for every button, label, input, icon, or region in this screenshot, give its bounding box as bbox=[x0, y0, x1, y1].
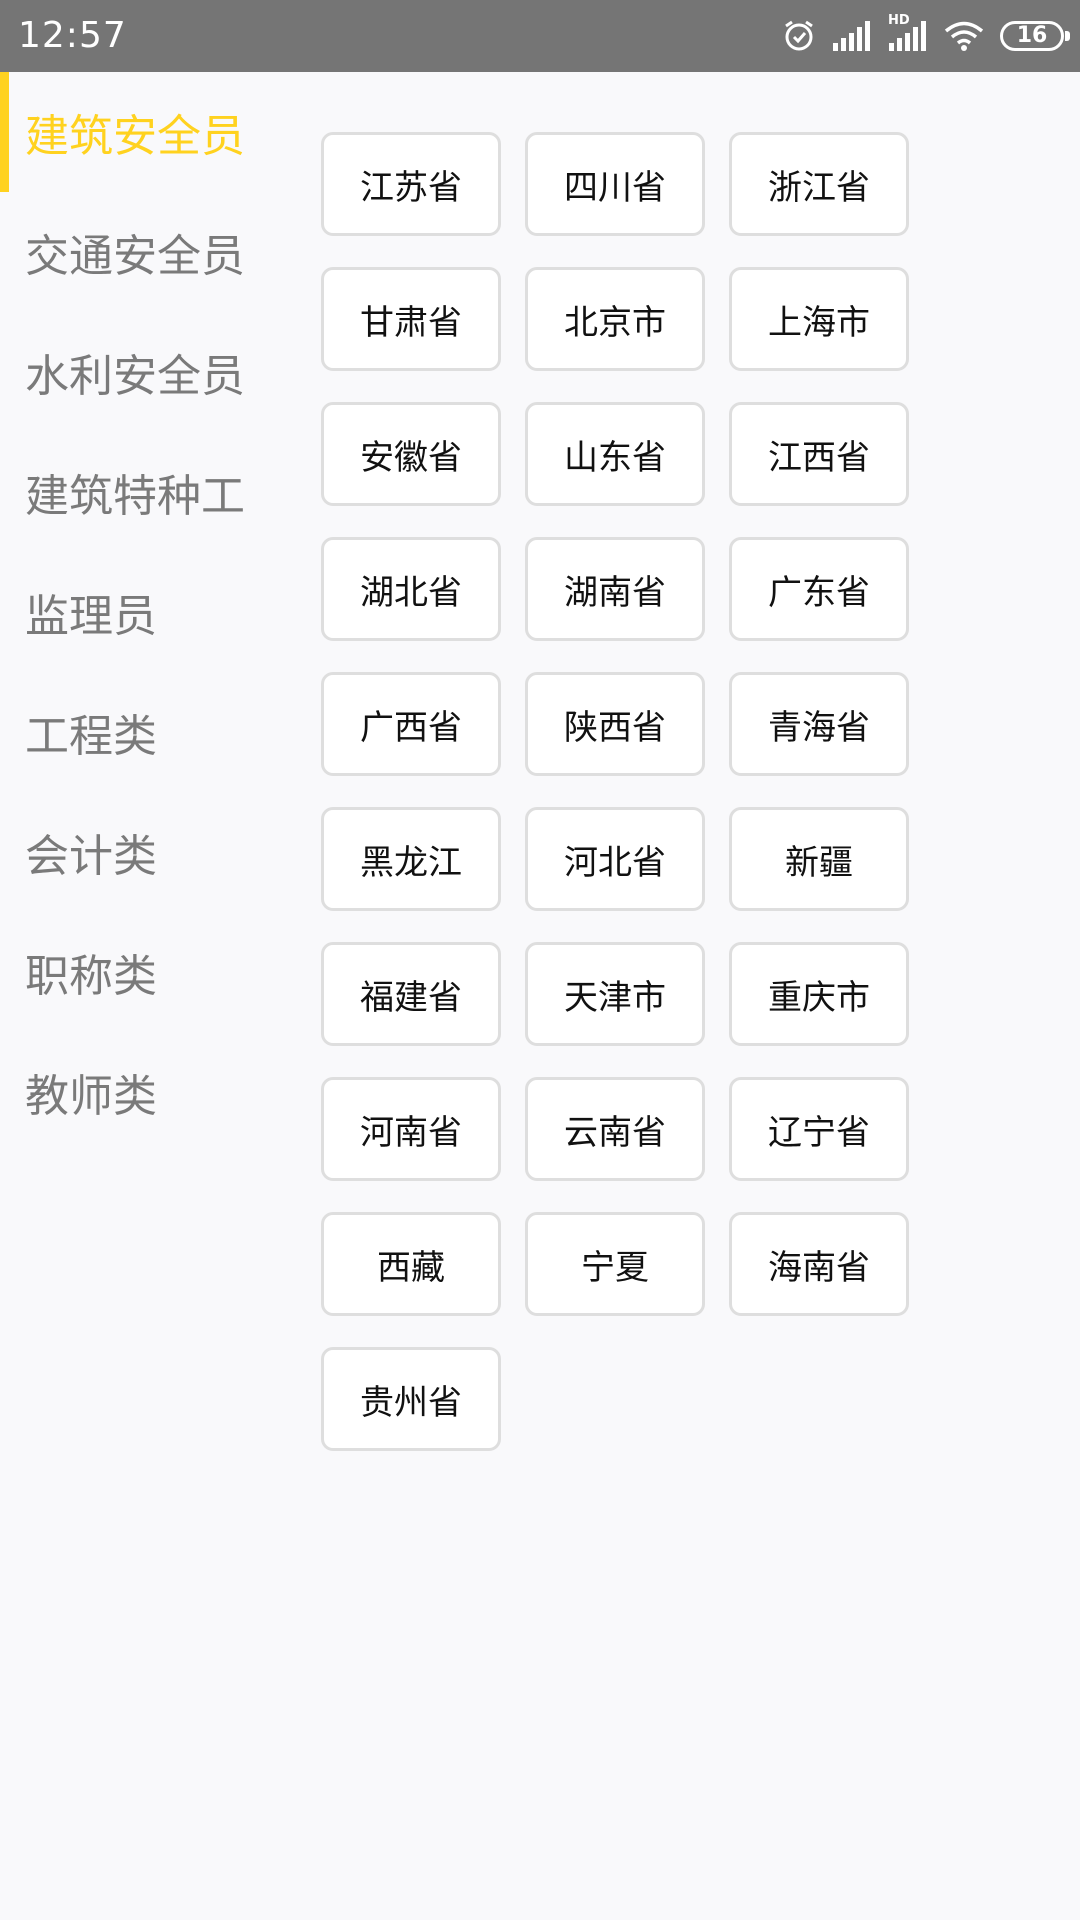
sidebar-item-label: 水利安全员 bbox=[25, 351, 245, 402]
region-button[interactable]: 北京市 bbox=[525, 267, 705, 371]
status-bar: 12:57 HD 16 bbox=[0, 0, 1080, 72]
region-button[interactable]: 江苏省 bbox=[321, 132, 501, 236]
sidebar-item-4[interactable]: 监理员 bbox=[0, 552, 290, 672]
battery-tip bbox=[1065, 31, 1070, 41]
region-button[interactable]: 黑龙江 bbox=[321, 807, 501, 911]
sidebar-item-label: 教师类 bbox=[25, 1071, 157, 1122]
region-button[interactable]: 江西省 bbox=[729, 402, 909, 506]
sidebar-item-label: 监理员 bbox=[25, 591, 157, 642]
region-button[interactable]: 陕西省 bbox=[525, 672, 705, 776]
region-button[interactable]: 甘肃省 bbox=[321, 267, 501, 371]
hd-label: HD bbox=[888, 13, 910, 28]
sidebar-item-7[interactable]: 职称类 bbox=[0, 912, 290, 1032]
battery-level: 16 bbox=[1016, 23, 1048, 48]
region-button[interactable]: 安徽省 bbox=[321, 402, 501, 506]
battery-icon: 16 bbox=[1000, 21, 1070, 51]
wifi-icon bbox=[944, 20, 984, 52]
status-icons: HD 16 bbox=[782, 13, 1070, 56]
region-button[interactable]: 贵州省 bbox=[321, 1347, 501, 1451]
region-button[interactable]: 西藏 bbox=[321, 1212, 501, 1316]
sidebar-item-1[interactable]: 交通安全员 bbox=[0, 192, 290, 312]
region-button[interactable]: 山东省 bbox=[525, 402, 705, 506]
sidebar-item-label: 会计类 bbox=[25, 831, 157, 882]
region-button[interactable]: 湖南省 bbox=[525, 537, 705, 641]
sidebar-item-label: 建筑特种工 bbox=[25, 471, 245, 522]
region-button[interactable]: 青海省 bbox=[729, 672, 909, 776]
sidebar-item-2[interactable]: 水利安全员 bbox=[0, 312, 290, 432]
cell-signal-icon bbox=[832, 21, 872, 51]
sidebar-item-5[interactable]: 工程类 bbox=[0, 672, 290, 792]
sidebar-item-label: 交通安全员 bbox=[25, 231, 245, 282]
sidebar-item-label: 职称类 bbox=[25, 951, 157, 1002]
region-button[interactable]: 新疆 bbox=[729, 807, 909, 911]
region-button[interactable]: 海南省 bbox=[729, 1212, 909, 1316]
category-sidebar: 建筑安全员交通安全员水利安全员建筑特种工监理员工程类会计类职称类教师类 bbox=[0, 72, 290, 1920]
region-button[interactable]: 广西省 bbox=[321, 672, 501, 776]
region-button[interactable]: 重庆市 bbox=[729, 942, 909, 1046]
region-button[interactable]: 湖北省 bbox=[321, 537, 501, 641]
region-button[interactable]: 辽宁省 bbox=[729, 1077, 909, 1181]
region-button[interactable]: 宁夏 bbox=[525, 1212, 705, 1316]
region-button[interactable]: 天津市 bbox=[525, 942, 705, 1046]
alarm-icon bbox=[782, 19, 816, 53]
region-button[interactable]: 四川省 bbox=[525, 132, 705, 236]
region-button[interactable]: 上海市 bbox=[729, 267, 909, 371]
hd-signal-icon: HD bbox=[888, 13, 928, 51]
sidebar-item-label: 建筑安全员 bbox=[25, 111, 245, 162]
region-button[interactable]: 河北省 bbox=[525, 807, 705, 911]
sidebar-item-0[interactable]: 建筑安全员 bbox=[0, 72, 290, 192]
active-indicator bbox=[0, 72, 9, 192]
sidebar-item-8[interactable]: 教师类 bbox=[0, 1032, 290, 1152]
region-button[interactable]: 河南省 bbox=[321, 1077, 501, 1181]
sidebar-item-3[interactable]: 建筑特种工 bbox=[0, 432, 290, 552]
sidebar-item-6[interactable]: 会计类 bbox=[0, 792, 290, 912]
region-grid: 江苏省 四川省 浙江省甘肃省 北京市 上海市安徽省 山东省 江西省湖北省 湖南省 广东省广西省陕… bbox=[321, 132, 911, 1451]
region-button[interactable]: 福建省 bbox=[321, 942, 501, 1046]
region-button[interactable]: 广东省 bbox=[729, 537, 909, 641]
region-button[interactable]: 云南省 bbox=[525, 1077, 705, 1181]
region-button[interactable]: 浙江省 bbox=[729, 132, 909, 236]
status-time: 12:57 bbox=[18, 15, 127, 56]
sidebar-item-label: 工程类 bbox=[25, 711, 157, 762]
